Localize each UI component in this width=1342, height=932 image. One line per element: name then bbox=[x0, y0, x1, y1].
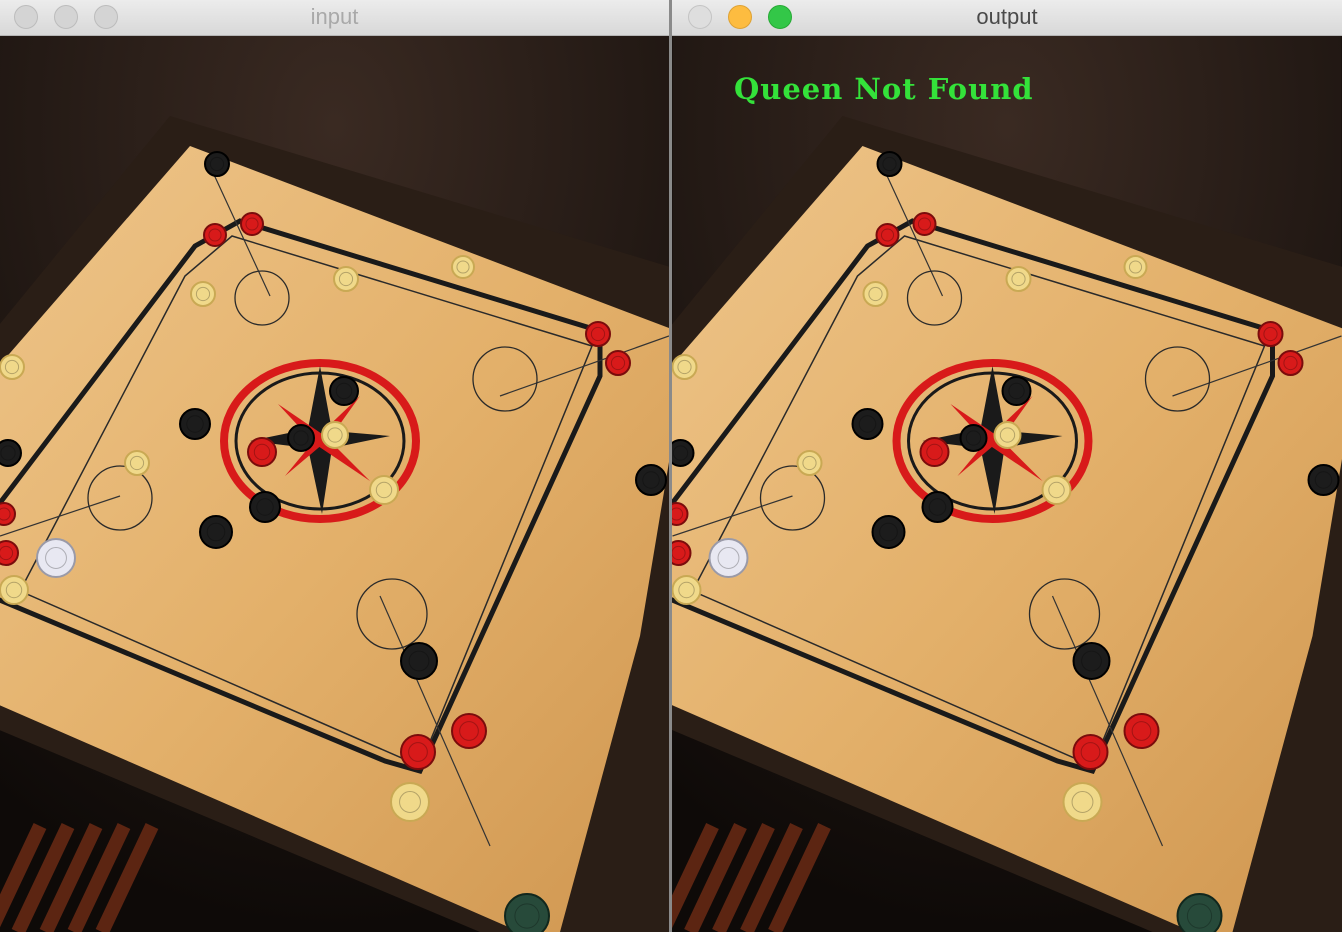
carrom-coin bbox=[862, 281, 889, 307]
carrom-coin bbox=[190, 281, 216, 307]
carrom-coin bbox=[993, 421, 1022, 449]
carrom-coin bbox=[204, 151, 230, 177]
carrom-coin bbox=[1072, 642, 1111, 680]
carrom-coin bbox=[921, 491, 954, 523]
carrom-coin bbox=[0, 540, 19, 566]
carrom-coin bbox=[400, 734, 436, 770]
output-window-title: output bbox=[976, 4, 1038, 29]
striker bbox=[708, 538, 749, 578]
carrom-coin bbox=[672, 502, 689, 526]
queen-status-text: Queen Not Found bbox=[734, 72, 1034, 106]
carrom-coin bbox=[333, 266, 359, 292]
output-window: output Queen Not Found bbox=[672, 0, 1342, 932]
carrom-coin bbox=[672, 354, 698, 380]
carrom-coin bbox=[912, 212, 937, 236]
output-titlebar[interactable]: output bbox=[672, 0, 1342, 36]
carrom-coin bbox=[585, 321, 611, 347]
carrom-coin bbox=[203, 223, 227, 247]
carrom-coin bbox=[919, 437, 950, 467]
carrom-coin bbox=[390, 782, 430, 822]
carrom-coin bbox=[249, 491, 281, 523]
carrom-coin bbox=[0, 354, 25, 380]
carrom-coin bbox=[876, 151, 903, 177]
carrom-coin bbox=[124, 450, 150, 476]
carrom-coin bbox=[179, 408, 211, 440]
carrom-coin bbox=[1041, 475, 1072, 505]
carrom-coin bbox=[1062, 782, 1103, 822]
carrom-coin bbox=[635, 464, 667, 496]
carrom-coin bbox=[1123, 255, 1148, 279]
carrom-coin bbox=[1072, 734, 1109, 770]
input-image bbox=[0, 36, 669, 932]
carrom-coin bbox=[240, 212, 264, 236]
carrom-coin bbox=[451, 255, 475, 279]
carrom-coin bbox=[672, 439, 695, 467]
carrom-coin bbox=[451, 713, 487, 749]
carrom-coin bbox=[871, 515, 906, 549]
carrom-coin bbox=[1176, 893, 1223, 932]
carrom-coin bbox=[605, 350, 631, 376]
carrom-coin bbox=[0, 439, 22, 467]
carrom-coin bbox=[672, 540, 692, 566]
carrom-coin bbox=[1277, 350, 1304, 376]
carrom-coin bbox=[504, 893, 550, 932]
carrom-coin bbox=[199, 515, 233, 549]
output-image: Queen Not Found bbox=[672, 36, 1342, 932]
input-titlebar[interactable]: input bbox=[0, 0, 669, 36]
carrom-coin bbox=[959, 424, 988, 452]
carrom-coin bbox=[321, 421, 349, 449]
carrom-coin bbox=[287, 424, 315, 452]
carrom-coin bbox=[1005, 266, 1032, 292]
carrom-coin bbox=[1001, 376, 1032, 406]
striker bbox=[36, 538, 76, 578]
input-window: input bbox=[0, 0, 669, 932]
carrom-coin bbox=[796, 450, 823, 476]
carrom-coin bbox=[875, 223, 900, 247]
carrom-coin bbox=[369, 475, 399, 505]
carrom-coin bbox=[851, 408, 884, 440]
carrom-coin bbox=[0, 575, 29, 605]
carrom-coin bbox=[400, 642, 438, 680]
carrom-coin bbox=[1123, 713, 1160, 749]
carrom-coin bbox=[0, 502, 16, 526]
carrom-coin bbox=[329, 376, 359, 406]
carrom-coin bbox=[1257, 321, 1284, 347]
input-window-title: input bbox=[310, 4, 359, 29]
carrom-coin bbox=[672, 575, 702, 605]
carrom-coin bbox=[1307, 464, 1340, 496]
carrom-coin bbox=[247, 437, 277, 467]
